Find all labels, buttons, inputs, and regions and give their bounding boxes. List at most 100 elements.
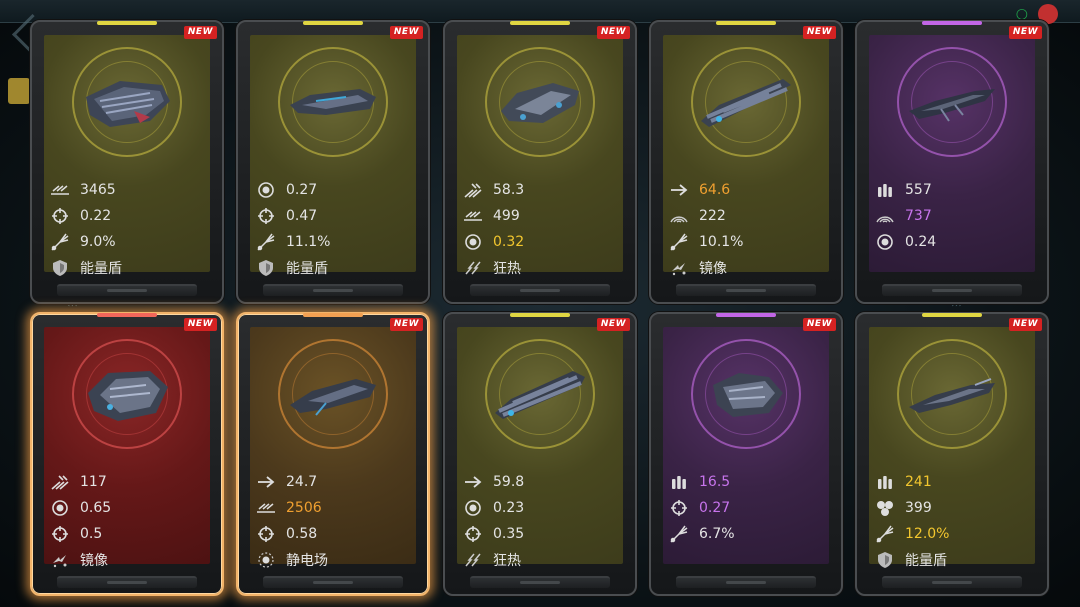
crosshair-icon bbox=[463, 524, 483, 544]
stat-row: 222 bbox=[669, 203, 829, 229]
arrow-right-icon bbox=[463, 472, 483, 492]
stat-row: 399 bbox=[875, 495, 1035, 521]
rarity-bar bbox=[716, 21, 776, 25]
stat-value: 6.7% bbox=[699, 526, 735, 542]
stat-row: 12.0% bbox=[875, 521, 1035, 547]
ship-emblem bbox=[897, 47, 1007, 157]
rarity-bar bbox=[922, 313, 982, 317]
stat-value: 222 bbox=[699, 208, 726, 224]
weapon-card[interactable]: 24.7 2506 0.58 静电场 NEW bbox=[236, 312, 430, 596]
static-field-icon bbox=[256, 550, 276, 570]
card-panel: 3465 0.22 9.0% 能量盾 bbox=[44, 35, 210, 277]
stat-value: 64.6 bbox=[699, 182, 731, 198]
card-panel: 0.27 0.47 11.1% 能量盾 bbox=[250, 35, 416, 277]
stat-row: 557 bbox=[875, 177, 1035, 203]
mirror-icon bbox=[50, 550, 70, 570]
ship-image bbox=[701, 79, 791, 127]
new-badge: NEW bbox=[802, 26, 836, 39]
stat-value: 0.23 bbox=[493, 500, 525, 516]
speed-lines-icon bbox=[50, 180, 70, 200]
stat-list: 3465 0.22 9.0% 能量盾 bbox=[50, 177, 210, 281]
weapon-card[interactable]: 117 0.65 0.5 镜像 NEW bbox=[30, 312, 224, 596]
ship-emblem bbox=[72, 47, 182, 157]
cluster-icon bbox=[875, 498, 895, 518]
rarity-bar bbox=[510, 21, 570, 25]
card-base bbox=[263, 284, 403, 296]
stat-row: 0.65 bbox=[50, 495, 210, 521]
spread-shot-icon bbox=[669, 232, 689, 252]
stat-value: 镜像 bbox=[699, 261, 727, 277]
stat-row: 9.0% bbox=[50, 229, 210, 255]
frenzy-icon bbox=[463, 550, 483, 570]
stat-value: 24.7 bbox=[286, 474, 318, 490]
rarity-bar bbox=[922, 21, 982, 25]
rarity-bar bbox=[303, 313, 363, 317]
rarity-bar bbox=[97, 21, 157, 25]
weapon-card[interactable]: 241 399 12.0% 能量盾 NEW bbox=[855, 312, 1049, 596]
weapon-card[interactable]: 0.27 0.47 11.1% 能量盾 NEW bbox=[236, 20, 430, 304]
new-badge: NEW bbox=[1008, 318, 1042, 331]
weapon-card[interactable]: 16.5 0.27 6.7% NEW bbox=[649, 312, 843, 596]
stat-value: 0.22 bbox=[80, 208, 112, 224]
shield-icon bbox=[50, 258, 70, 278]
weapon-card[interactable]: 64.6 222 10.1% 镜像 NEW bbox=[649, 20, 843, 304]
target-circle-icon bbox=[256, 180, 276, 200]
stat-list: 557 737 0.24 bbox=[875, 177, 1035, 255]
spread-shot-icon bbox=[875, 524, 895, 544]
ship-image bbox=[495, 371, 585, 419]
stat-row: 64.6 bbox=[669, 177, 829, 203]
stat-row: 0.5 bbox=[50, 521, 210, 547]
card-base bbox=[676, 284, 816, 296]
stat-row: 镜像 bbox=[669, 255, 829, 281]
card-panel: 16.5 0.27 6.7% bbox=[663, 327, 829, 564]
stat-value: 0.27 bbox=[286, 182, 318, 198]
target-circle-icon bbox=[463, 232, 483, 252]
stat-list: 24.7 2506 0.58 静电场 bbox=[256, 469, 416, 573]
weapon-card[interactable]: 59.8 0.23 0.35 狂热 NEW bbox=[443, 312, 637, 596]
ammo-icon bbox=[875, 472, 895, 492]
card-panel: 241 399 12.0% 能量盾 bbox=[869, 327, 1035, 569]
card-base bbox=[470, 284, 610, 296]
stat-value: 能量盾 bbox=[905, 553, 947, 569]
stat-value: 3465 bbox=[80, 182, 116, 198]
side-button[interactable] bbox=[8, 78, 30, 104]
stat-row: 241 bbox=[875, 469, 1035, 495]
stat-value: 399 bbox=[905, 500, 932, 516]
ship-image bbox=[88, 371, 168, 421]
stat-row: 镜像 bbox=[50, 547, 210, 573]
ship-image bbox=[86, 81, 170, 127]
stat-row: 0.24 bbox=[875, 229, 1035, 255]
rarity-bar bbox=[716, 313, 776, 317]
ship-image bbox=[909, 378, 995, 413]
stat-row: 0.27 bbox=[256, 177, 416, 203]
stat-row: 11.1% bbox=[256, 229, 416, 255]
card-base bbox=[263, 576, 403, 588]
stat-row: 0.22 bbox=[50, 203, 210, 229]
weapon-card[interactable]: 557 737 0.24 NEW bbox=[855, 20, 1049, 304]
stat-row: 10.1% bbox=[669, 229, 829, 255]
stat-row: 117 bbox=[50, 469, 210, 495]
weapon-card[interactable]: 3465 0.22 9.0% 能量盾 NEW bbox=[30, 20, 224, 304]
stat-row: 静电场 bbox=[256, 547, 416, 573]
card-base bbox=[57, 576, 197, 588]
spread-shot-icon bbox=[669, 524, 689, 544]
shield-icon bbox=[256, 258, 276, 278]
stat-row: 24.7 bbox=[256, 469, 416, 495]
stat-row: 58.3 bbox=[463, 177, 623, 203]
stat-value: 0.47 bbox=[286, 208, 318, 224]
ship-emblem bbox=[897, 339, 1007, 449]
stat-row: 2506 bbox=[256, 495, 416, 521]
weapon-card[interactable]: 58.3 499 0.32 狂热 NEW bbox=[443, 20, 637, 304]
crosshair-icon bbox=[256, 206, 276, 226]
stat-value: 59.8 bbox=[493, 474, 525, 490]
stat-value: 11.1% bbox=[286, 234, 331, 250]
ship-emblem bbox=[485, 339, 595, 449]
card-base bbox=[470, 576, 610, 588]
stat-row: 499 bbox=[463, 203, 623, 229]
stat-value: 0.5 bbox=[80, 526, 103, 542]
card-base bbox=[57, 284, 197, 296]
stat-value: 241 bbox=[905, 474, 932, 490]
stat-row: 0.35 bbox=[463, 521, 623, 547]
ship-emblem bbox=[485, 47, 595, 157]
new-badge: NEW bbox=[1008, 26, 1042, 39]
